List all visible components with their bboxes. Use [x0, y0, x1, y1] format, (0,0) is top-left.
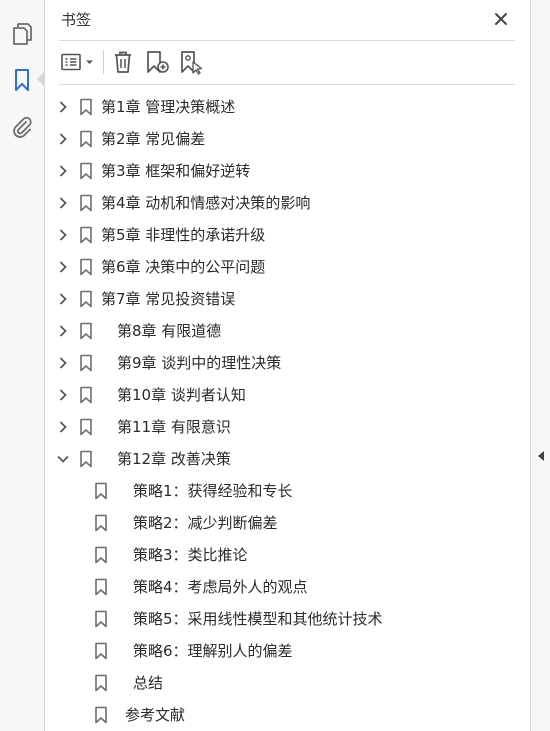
bookmark-label: 参考文献 [125, 706, 186, 724]
chevron-right-icon[interactable] [55, 323, 71, 339]
bookmark-label: 第8章 有限道德 [117, 322, 222, 340]
bookmark-icon [78, 322, 94, 340]
bookmark-item[interactable]: 第4章 动机和情感对决策的影响 [45, 187, 515, 219]
bookmark-subitem[interactable]: 总结 [45, 667, 515, 699]
bookmark-label: 策略1：获得经验和专长 [133, 482, 293, 500]
panel-header: 书签 [45, 0, 530, 40]
chevron-right-icon[interactable] [55, 195, 71, 211]
close-icon[interactable] [490, 8, 512, 30]
bookmark-subitem[interactable]: 策略2：减少判断偏差 [45, 507, 515, 539]
bookmark-icon [78, 194, 94, 212]
bookmark-label: 策略3：类比推论 [133, 546, 248, 564]
chevron-right-icon[interactable] [55, 163, 71, 179]
bookmark-subitem[interactable]: 策略4：考虑局外人的观点 [45, 571, 515, 603]
bookmark-label: 策略6：理解别人的偏差 [133, 642, 293, 660]
bookmark-label: 第12章 改善决策 [117, 450, 231, 468]
bookmark-label: 策略2：减少判断偏差 [133, 514, 278, 532]
bookmark-label: 策略4：考虑局外人的观点 [133, 578, 308, 596]
bookmark-icon [78, 98, 94, 116]
bookmark-label: 第5章 非理性的承诺升级 [101, 226, 266, 244]
bookmark-icon [93, 610, 109, 628]
chevron-right-icon[interactable] [55, 291, 71, 307]
attachment-icon[interactable] [8, 112, 36, 140]
pages-icon[interactable] [8, 20, 36, 48]
bookmark-icon [78, 130, 94, 148]
divider [59, 84, 515, 85]
bookmark-icon [78, 226, 94, 244]
bookmark-icon [93, 642, 109, 660]
chevron-right-icon[interactable] [55, 259, 71, 275]
divider [59, 40, 515, 41]
bookmark-icon [78, 162, 94, 180]
bookmark-icon[interactable] [8, 66, 36, 94]
options-menu-icon[interactable] [61, 48, 95, 76]
bookmark-icon [93, 482, 109, 500]
bookmark-item[interactable]: 第1章 管理决策概述 [45, 91, 515, 123]
chevron-right-icon[interactable] [55, 387, 71, 403]
bookmark-icon [93, 546, 109, 564]
bookmark-label: 第9章 谈判中的理性决策 [117, 354, 282, 372]
bookmark-icon [78, 354, 94, 372]
bookmark-label: 第1章 管理决策概述 [101, 98, 236, 116]
navigation-rail [0, 0, 45, 731]
bookmark-subitem[interactable]: 策略5：采用线性模型和其他统计技术 [45, 603, 515, 635]
bookmark-icon [78, 450, 94, 468]
bookmark-item[interactable]: 第6章 决策中的公平问题 [45, 251, 515, 283]
delete-bookmark-icon[interactable] [109, 48, 137, 76]
bookmark-icon [93, 578, 109, 596]
bookmark-icon [78, 418, 94, 436]
chevron-right-icon[interactable] [55, 227, 71, 243]
bookmark-icon [93, 514, 109, 532]
bookmark-item[interactable]: 第10章 谈判者认知 [45, 379, 515, 411]
chevron-right-icon[interactable] [55, 419, 71, 435]
bookmark-item[interactable]: 第2章 常见偏差 [45, 123, 515, 155]
chevron-right-icon[interactable] [55, 355, 71, 371]
bookmark-label: 第7章 常见投资错误 [101, 290, 236, 308]
bookmark-icon [78, 258, 94, 276]
bookmark-label: 第11章 有限意识 [117, 418, 231, 436]
new-bookmark-icon[interactable] [143, 48, 171, 76]
bookmark-subitem[interactable]: 策略1：获得经验和专长 [45, 475, 515, 507]
bookmark-label: 第2章 常见偏差 [101, 130, 206, 148]
chevron-down-icon[interactable] [55, 451, 71, 467]
bookmark-item[interactable]: 第8章 有限道德 [45, 315, 515, 347]
bookmark-subitem[interactable]: 策略3：类比推论 [45, 539, 515, 571]
bookmark-label: 第6章 决策中的公平问题 [101, 258, 266, 276]
bookmark-label: 总结 [133, 674, 164, 692]
bookmark-item[interactable]: 第3章 框架和偏好逆转 [45, 155, 515, 187]
bookmark-subitem[interactable]: 策略6：理解别人的偏差 [45, 635, 515, 667]
panel-title: 书签 [61, 11, 92, 29]
bookmark-label: 第4章 动机和情感对决策的影响 [101, 194, 311, 212]
bookmark-item[interactable]: 第7章 常见投资错误 [45, 283, 515, 315]
bookmark-item[interactable]: 第11章 有限意识 [45, 411, 515, 443]
bookmark-label: 策略5：采用线性模型和其他统计技术 [133, 610, 383, 628]
bookmark-icon [78, 386, 94, 404]
chevron-right-icon[interactable] [55, 131, 71, 147]
bookmark-toolbar [59, 46, 515, 80]
bookmark-item[interactable]: 第9章 谈判中的理性决策 [45, 347, 515, 379]
bookmark-from-selection-icon[interactable] [177, 48, 205, 76]
bookmark-item[interactable]: 第12章 改善决策 [45, 443, 515, 475]
bookmark-icon [93, 674, 109, 692]
bookmark-icon [78, 290, 94, 308]
bookmark-subitem[interactable]: 参考文献 [45, 699, 515, 731]
bookmark-label: 第10章 谈判者认知 [117, 386, 246, 404]
panel-splitter[interactable] [530, 0, 550, 731]
active-indicator [37, 72, 44, 86]
bookmarks-panel: 书签 第1章 管理决策概述 第2章 常见偏差第3章 框架和偏好逆转第4章 动机和情… [45, 0, 530, 731]
bookmark-label: 第3章 框架和偏好逆转 [101, 162, 251, 180]
bookmark-icon [93, 706, 109, 724]
bookmark-item[interactable]: 第5章 非理性的承诺升级 [45, 219, 515, 251]
collapse-panel-icon[interactable] [534, 446, 548, 466]
toolbar-separator [103, 50, 104, 74]
chevron-right-icon[interactable] [55, 99, 71, 115]
